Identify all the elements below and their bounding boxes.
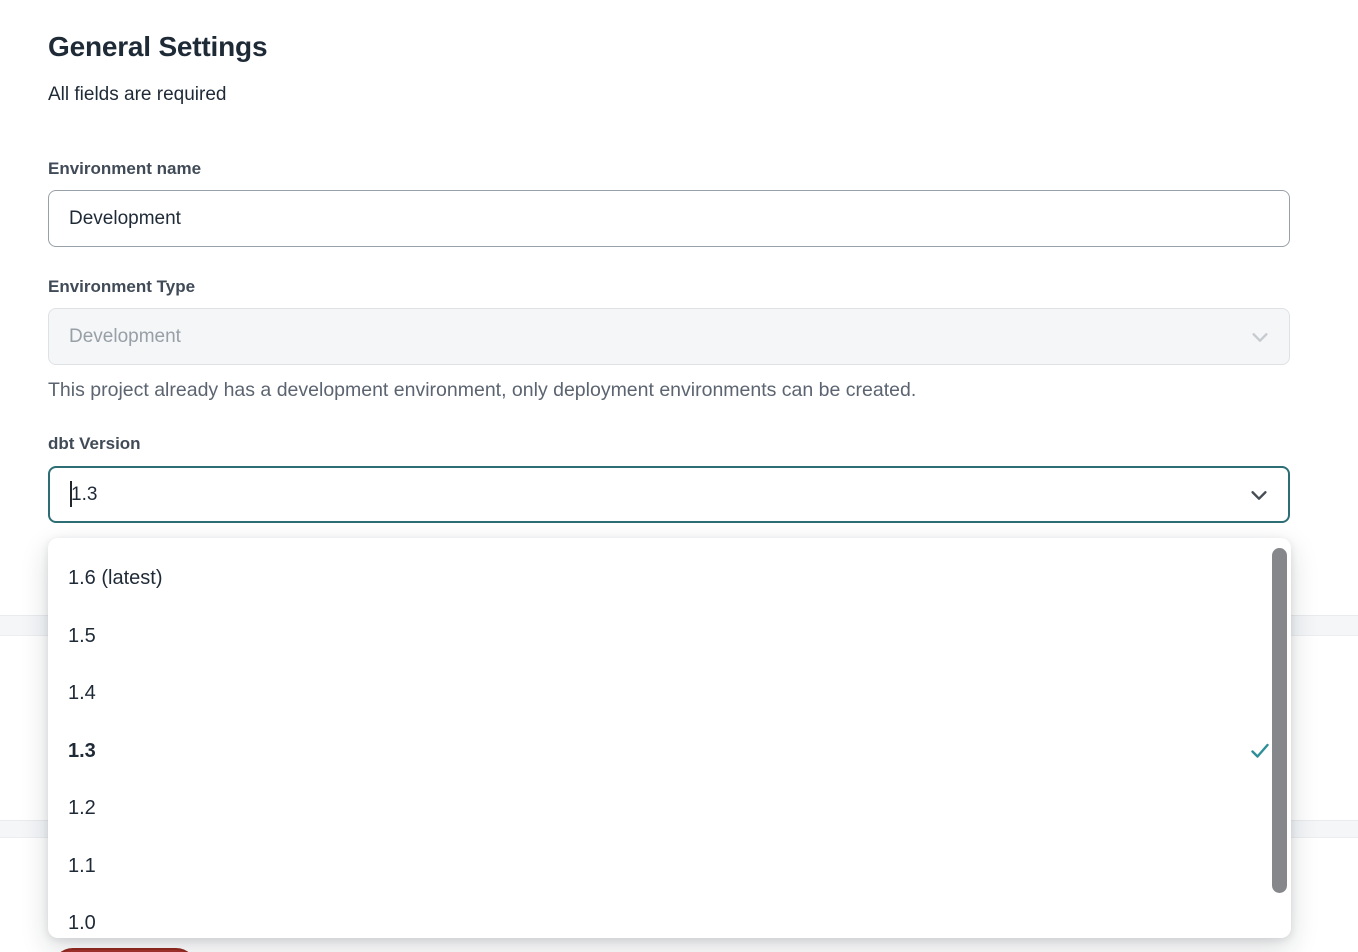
page-subtitle: All fields are required xyxy=(48,84,226,106)
dropdown-option-label: 1.6 (latest) xyxy=(68,567,162,590)
dropdown-option-1.0[interactable]: 1.0 xyxy=(48,895,1291,938)
environment-name-input[interactable] xyxy=(48,190,1290,247)
delete-danger-button[interactable] xyxy=(52,948,197,952)
general-settings-page: General Settings All fields are required… xyxy=(0,0,1358,952)
environment-type-select: Development xyxy=(48,308,1290,365)
dropdown-option-1.6-latest-[interactable]: 1.6 (latest) xyxy=(48,550,1291,608)
dbt-version-listbox: 1.6 (latest) 1.5 1.4 1.3 1.2 1.1 1.0 xyxy=(48,538,1291,938)
dropdown-options-container: 1.6 (latest) 1.5 1.4 1.3 1.2 1.1 1.0 xyxy=(48,550,1291,938)
text-caret xyxy=(70,481,72,507)
dropdown-option-label: 1.3 xyxy=(68,740,96,763)
environment-type-label: Environment Type xyxy=(48,277,195,297)
dropdown-option-1.4[interactable]: 1.4 xyxy=(48,665,1291,723)
page-title: General Settings xyxy=(48,31,267,63)
checkmark-icon xyxy=(1251,744,1269,759)
dropdown-option-label: 1.2 xyxy=(68,797,96,820)
dropdown-option-1.5[interactable]: 1.5 xyxy=(48,608,1291,666)
dbt-version-combobox[interactable]: 1.3 xyxy=(48,466,1290,523)
chevron-down-icon[interactable] xyxy=(1248,484,1270,506)
environment-type-help-text: This project already has a development e… xyxy=(48,379,1148,402)
dropdown-option-label: 1.5 xyxy=(68,625,96,648)
dbt-version-value: 1.3 xyxy=(71,484,97,506)
dbt-version-label: dbt Version xyxy=(48,434,141,454)
chevron-down-icon xyxy=(1249,326,1271,348)
dropdown-option-label: 1.1 xyxy=(68,855,96,878)
dropdown-option-label: 1.4 xyxy=(68,682,96,705)
dropdown-option-1.1[interactable]: 1.1 xyxy=(48,838,1291,896)
dropdown-option-1.2[interactable]: 1.2 xyxy=(48,780,1291,838)
dropdown-option-label: 1.0 xyxy=(68,912,96,935)
environment-name-label: Environment name xyxy=(48,159,201,179)
environment-type-value: Development xyxy=(69,326,181,348)
dropdown-option-1.3[interactable]: 1.3 xyxy=(48,723,1291,781)
dropdown-scrollbar[interactable] xyxy=(1272,548,1287,893)
